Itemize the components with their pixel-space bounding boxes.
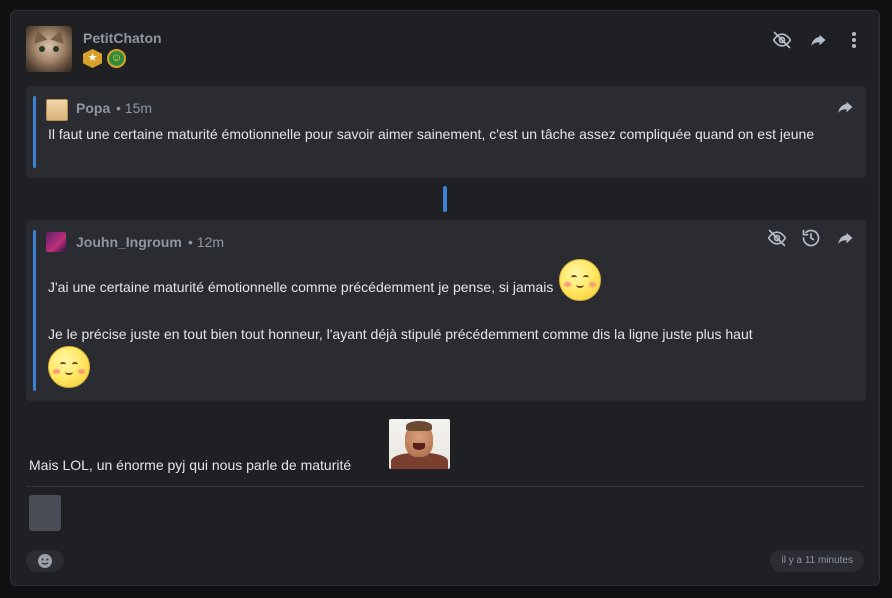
quoted-message-jouhn: Jouhn_Ingroum • 12m J'ai une certaine ma… [26, 220, 866, 401]
quote-text: Je le précise juste en tout bien tout ho… [48, 326, 753, 342]
post-card: PetitChaton ★ ☺ Popa • 15m Il faut une c… [10, 10, 880, 586]
quote-time: • 15m [116, 100, 153, 116]
message-timestamp: il y a 11 minutes [770, 550, 864, 572]
popa-avatar[interactable] [46, 99, 68, 121]
message-text: Mais LOL, un énorme pyj qui nous parle d… [29, 457, 352, 473]
more-vertical-icon[interactable] [843, 29, 865, 51]
quote-time: • 12m [188, 234, 225, 250]
smiley-emoji-icon [559, 259, 602, 301]
quote-actions [766, 227, 856, 249]
quote-author[interactable]: Jouhn_Ingroum [76, 234, 182, 250]
author-avatar[interactable] [26, 26, 72, 72]
smiley-emoji-icon [48, 346, 90, 388]
hide-icon[interactable] [766, 227, 788, 249]
author-name[interactable]: PetitChaton [83, 30, 162, 46]
post-actions [771, 29, 865, 51]
thread-connector [443, 186, 447, 212]
share-icon[interactable] [834, 227, 856, 249]
quote-text: J'ai une certaine maturité émotionnelle … [48, 279, 554, 295]
quote-line-1: J'ai une certaine maturité émotionnelle … [48, 259, 602, 301]
jouhn-avatar[interactable] [46, 232, 66, 252]
quote-accent-bar [33, 96, 36, 168]
green-elf-badge-icon: ☺ [107, 49, 126, 68]
emoji-face-icon [38, 554, 52, 568]
add-reaction-button[interactable] [26, 550, 64, 572]
share-icon[interactable] [834, 96, 856, 118]
laughing-man-sticker-icon [389, 419, 450, 469]
gold-star-badge-icon: ★ [83, 49, 102, 68]
history-icon[interactable] [800, 227, 822, 249]
divider [26, 486, 864, 487]
share-icon[interactable] [807, 29, 829, 51]
quote-accent-bar [33, 230, 36, 391]
attachment-placeholder[interactable] [29, 495, 61, 531]
quote-text: Il faut une certaine maturité émotionnel… [48, 126, 815, 142]
quoted-message-popa: Popa • 15m Il faut une certaine maturité… [26, 86, 866, 178]
hide-icon[interactable] [771, 29, 793, 51]
quote-author[interactable]: Popa [76, 100, 110, 116]
